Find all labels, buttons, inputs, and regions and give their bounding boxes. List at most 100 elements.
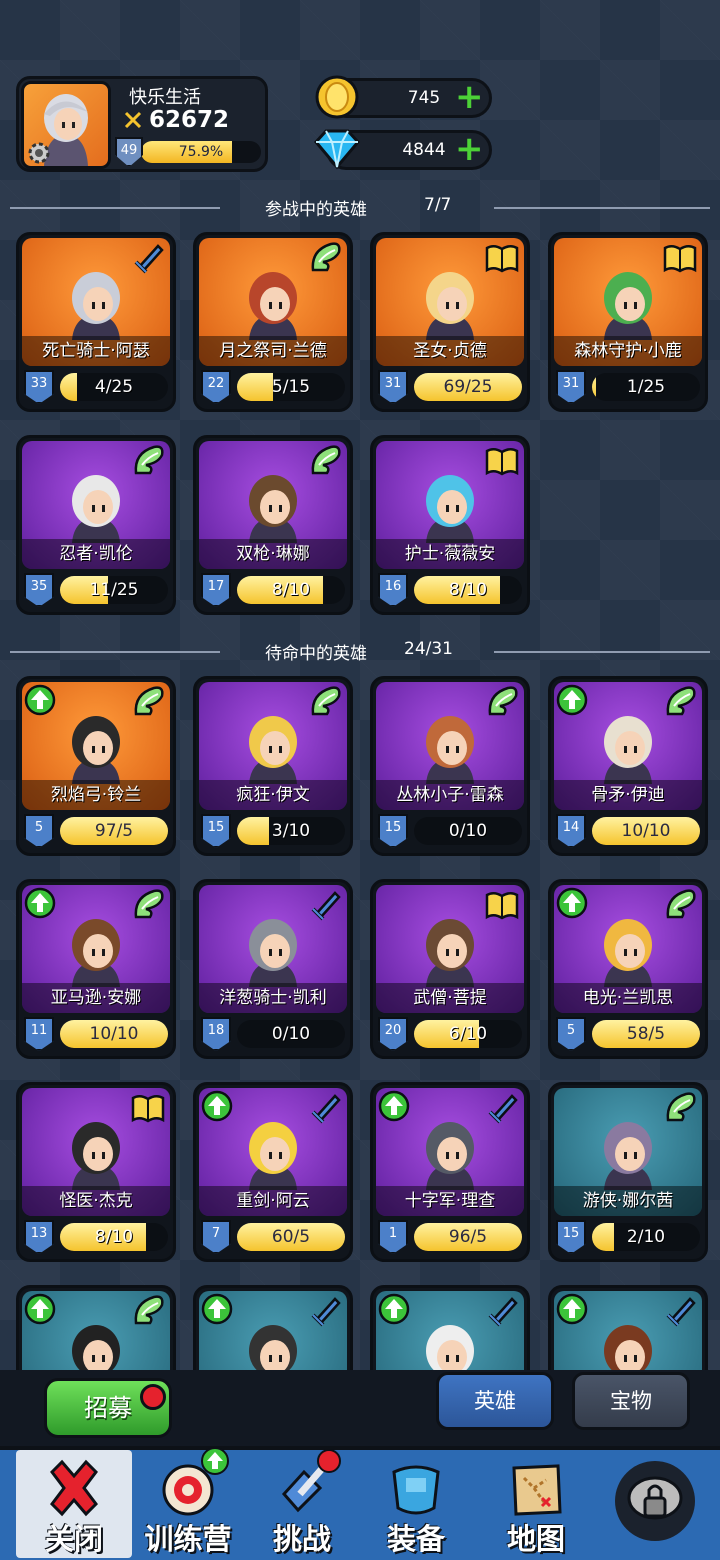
tab-treasure[interactable]: 宝物 [572,1372,690,1430]
shard-progress-bar: 10/10 [60,1020,168,1048]
hero-card[interactable]: 骨矛·伊迪 14 10/10 [548,676,708,856]
shard-progress-bar: 58/5 [592,1020,700,1048]
hero-figure [426,475,474,543]
hero-progress-row: 35 11/25 [22,571,170,609]
player-profile[interactable]: 快乐生活 62672 75.9% 49 [16,76,268,172]
hero-portrait: 死亡骑士·阿瑟 [22,238,170,366]
shard-progress-bar: 10/10 [592,817,700,845]
hero-portrait: 护士·薇薇安 [376,441,524,569]
hero-progress-row: 15 2/10 [554,1218,702,1256]
hero-figure [72,919,120,987]
shard-progress-text: 0/10 [448,821,488,841]
wing-icon [307,684,343,720]
hero-level-shield: 31 [556,370,586,404]
shard-progress-bar: 60/5 [237,1223,345,1251]
nav-locked[interactable] [598,1450,714,1558]
hero-progress-row: 18 0/10 [199,1015,347,1053]
nav-close[interactable]: 关闭 [16,1450,132,1558]
hero-level-shield: 15 [556,1220,586,1254]
upgrade-arrow-icon [556,887,588,919]
hero-progress-row: 31 1/25 [554,368,702,406]
notification-dot [140,1384,166,1410]
hero-card[interactable]: 月之祭司·兰德 22 5/15 [193,232,353,412]
hero-name: 怪医·杰克 [22,1186,170,1216]
hero-name: 亚马逊·安娜 [22,983,170,1013]
xp-bar: 75.9% [141,141,261,163]
xp-percent: 75.9% [178,144,224,160]
hero-figure [249,475,297,543]
hero-card[interactable]: 双枪·琳娜 17 8/10 [193,435,353,615]
hero-card[interactable]: 游侠·娜尔茜 15 2/10 [548,1082,708,1262]
add-gem-button[interactable]: + [455,132,484,166]
hero-card[interactable]: 电光·兰凯思 5 58/5 [548,879,708,1059]
hero-figure [426,1122,474,1190]
hero-portrait: 疯狂·伊文 [199,682,347,810]
divider [494,207,710,209]
hero-progress-row: 33 4/25 [22,368,170,406]
hero-card[interactable]: 死亡骑士·阿瑟 33 4/25 [16,232,176,412]
hero-name: 电光·兰凯思 [554,983,702,1013]
player-avatar[interactable] [21,81,111,169]
hero-name: 圣女·贞德 [376,336,524,366]
hero-level-shield: 11 [24,1017,54,1051]
shard-progress-bar: 8/10 [414,576,522,604]
shard-progress-bar: 69/25 [414,373,522,401]
shard-progress-text: 8/10 [94,1227,134,1247]
hero-figure [72,272,120,340]
hero-name: 游侠·娜尔茜 [554,1186,702,1216]
add-gold-button[interactable]: + [455,80,484,114]
sword-icon [307,887,343,923]
hero-card[interactable]: 重剑·阿云 7 60/5 [193,1082,353,1262]
hero-card[interactable]: 丛林小子·雷森 15 0/10 [370,676,530,856]
combat-power: 62672 [123,107,229,133]
hero-card[interactable]: 疯狂·伊文 15 3/10 [193,676,353,856]
upgrade-arrow-icon [24,684,56,716]
player-name: 快乐生活 [129,87,201,108]
hero-card[interactable]: 洋葱骑士·凯利 18 0/10 [193,879,353,1059]
upgrade-arrow-icon [556,684,588,716]
upgrade-arrow-icon [201,1090,233,1122]
settings-gear-icon[interactable] [26,140,52,166]
shard-progress-text: 58/5 [626,1024,666,1044]
hero-figure [604,272,652,340]
shard-progress-text: 69/25 [443,377,493,397]
hero-progress-row: 14 10/10 [554,812,702,850]
upgrade-arrow-icon [378,1293,410,1325]
hero-card[interactable]: 圣女·贞德 31 69/25 [370,232,530,412]
upgrade-arrow-icon [556,1293,588,1325]
shard-progress-text: 8/10 [448,580,488,600]
hero-progress-row: 5 97/5 [22,812,170,850]
nav-equipment[interactable]: 装备 [358,1450,474,1558]
hero-portrait: 圣女·贞德 [376,238,524,366]
hero-progress-row: 5 58/5 [554,1015,702,1053]
nav-map[interactable]: 地图 [478,1450,594,1558]
upgrade-arrow-icon [201,1293,233,1325]
hero-card[interactable]: 武僧·菩提 20 6/10 [370,879,530,1059]
wing-icon [484,684,520,720]
hero-figure [72,1122,120,1190]
book-icon [484,443,520,479]
close-icon [50,1459,98,1517]
hero-portrait: 丛林小子·雷森 [376,682,524,810]
shard-progress-bar: 0/10 [237,1020,345,1048]
hero-card[interactable]: 烈焰弓·铃兰 5 97/5 [16,676,176,856]
hero-card[interactable]: 森林守护·小鹿 31 1/25 [548,232,708,412]
hero-card[interactable]: 十字军·理查 1 96/5 [370,1082,530,1262]
crossed-swords-icon [124,111,142,129]
hero-level-shield: 1 [378,1220,408,1254]
hero-portrait: 洋葱骑士·凯利 [199,885,347,1013]
hero-progress-row: 11 10/10 [22,1015,170,1053]
nav-training-camp[interactable]: 训练营 [130,1447,246,1558]
upgrade-arrow-icon [24,887,56,919]
shard-progress-bar: 3/10 [237,817,345,845]
shard-progress-bar: 97/5 [60,817,168,845]
hero-card[interactable]: 忍者·凯伦 35 11/25 [16,435,176,615]
hero-name: 护士·薇薇安 [376,539,524,569]
hero-portrait: 电光·兰凯思 [554,885,702,1013]
hero-card[interactable]: 亚马逊·安娜 11 10/10 [16,879,176,1059]
tab-heroes[interactable]: 英雄 [436,1372,554,1430]
hero-card[interactable]: 护士·薇薇安 16 8/10 [370,435,530,615]
nav-challenge[interactable]: 挑战 [244,1449,360,1558]
hero-card[interactable]: 怪医·杰克 13 8/10 [16,1082,176,1262]
hero-progress-row: 20 6/10 [376,1015,524,1053]
